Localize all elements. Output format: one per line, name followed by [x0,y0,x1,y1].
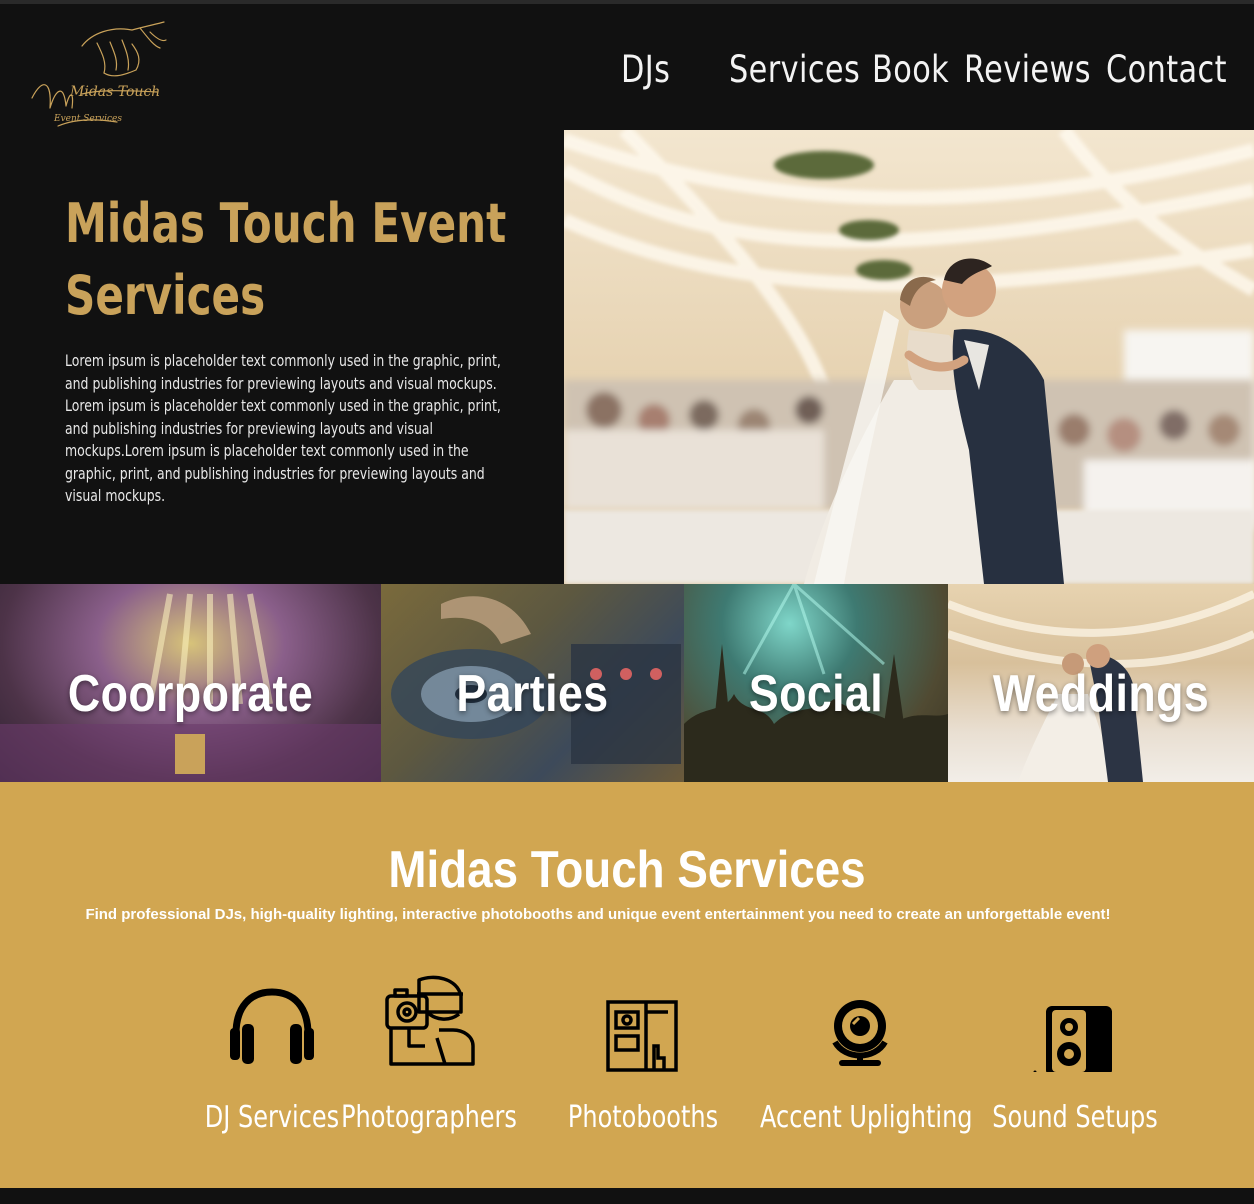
category-parties[interactable]: Parties [381,584,684,782]
logo-text: Midas Touch [70,84,161,100]
category-corporate-label: Coorporate [67,665,314,723]
category-parties-label: Parties [456,665,609,723]
nav-djs[interactable]: DJs [621,48,670,91]
category-social[interactable]: Social [684,584,948,782]
nav-contact[interactable]: Contact [1106,48,1227,91]
category-social-label: Social [748,665,884,723]
hero-title-line1: Midas Touch Event [65,192,507,255]
logo-subtext: Event Services [54,114,122,124]
hero-wedding-photo [564,130,1254,584]
page-footer [0,1188,1254,1204]
photographer-icon [385,975,475,1066]
headphones-icon [230,988,314,1064]
hero-intro: Midas Touch Event Services Lorem ipsum i… [0,130,564,584]
speaker-icon [1033,1006,1112,1072]
service-photographers[interactable]: Photographers [341,972,517,1135]
services-title: Midas Touch Services [388,841,866,899]
hero-body: Lorem ipsum is placeholder text commonly… [65,351,501,505]
service-photobooths-label: Photobooths [567,1100,719,1135]
services-subtitle: Find professional DJs, high-quality ligh… [85,906,1111,923]
site-header: Midas Touch Event Services DJs Services … [0,4,1254,130]
hero-title: Midas Touch Event Services [65,188,549,332]
service-photobooths[interactable]: Photobooths [568,972,718,1135]
nav-book[interactable]: Book [872,48,949,91]
hero-title-line2: Services [65,264,266,327]
service-uplighting-label: Accent Uplighting [760,1100,973,1135]
uplight-icon [832,1000,888,1066]
nav-services[interactable]: Services [729,48,860,91]
service-uplighting[interactable]: Accent Uplighting [760,972,973,1135]
photobooth-icon [606,1000,678,1072]
wedding-couple-image [564,130,1254,584]
services-section: Midas Touch Services Find professional D… [0,782,1254,1188]
event-categories: Coorporate Parties Social Weddings [0,584,1254,782]
category-corporate[interactable]: Coorporate [0,584,381,782]
brand-logo[interactable]: Midas Touch Event Services [22,18,172,133]
service-sound-label: Sound Setups [992,1100,1158,1135]
service-photographers-label: Photographers [341,1100,517,1135]
service-sound[interactable]: Sound Setups [992,972,1158,1135]
category-weddings-label: Weddings [992,665,1210,723]
category-weddings[interactable]: Weddings [948,584,1254,782]
service-dj[interactable]: DJ Services [205,972,339,1135]
nav-reviews[interactable]: Reviews [964,48,1091,91]
